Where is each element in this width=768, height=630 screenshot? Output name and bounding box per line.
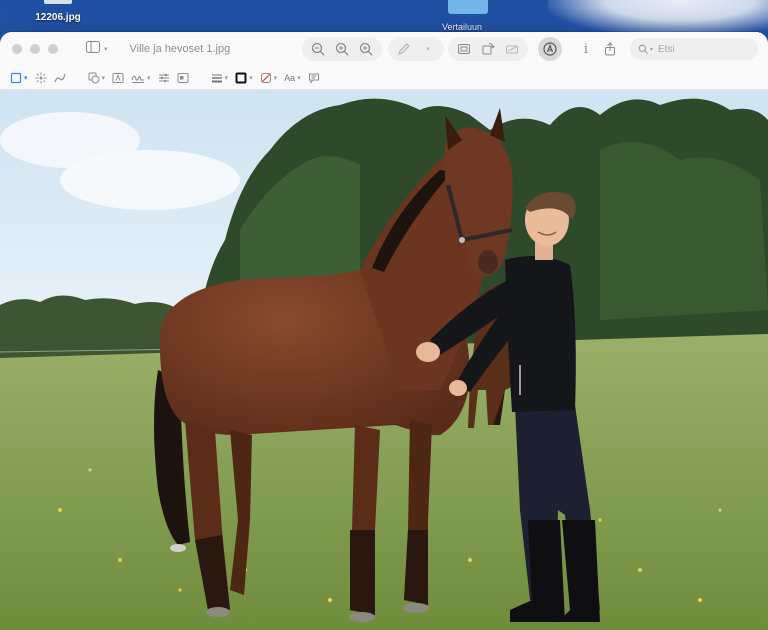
- zoom-fit-icon: [359, 42, 373, 56]
- window-controls: [12, 44, 58, 54]
- rectangular-selection-icon: [10, 72, 22, 83]
- share-icon: [605, 42, 615, 56]
- adjust-size-button[interactable]: [177, 69, 189, 87]
- cloud: [60, 150, 240, 210]
- chevron-down-icon: ▾: [224, 74, 229, 82]
- pen-menu-button[interactable]: ▾: [418, 39, 438, 59]
- signature-button[interactable]: ▾: [131, 69, 151, 87]
- preview-window: ▾ Ville ja hevoset 1.jpg ▾ i ▾ Etsi ▾ ▾ …: [0, 32, 768, 630]
- chevron-down-icon: ▾: [104, 46, 108, 53]
- markup-toolbar: ▾ ▾ ▾ ▾ ▾ ▾ Aa ▾: [0, 66, 768, 90]
- adjust-button[interactable]: [502, 39, 522, 59]
- speech-bubble-icon: [308, 73, 319, 84]
- shapes-icon: [88, 72, 100, 83]
- adjust-icon: [506, 45, 518, 54]
- adjust-color-button[interactable]: [158, 69, 170, 87]
- zoom-controls: [302, 37, 382, 61]
- sidebar-toggle-button[interactable]: ▾: [80, 38, 114, 60]
- fill-color-button[interactable]: ▾: [260, 69, 278, 87]
- zoom-fit-button[interactable]: [356, 39, 376, 59]
- rotate-icon: [482, 43, 495, 55]
- chevron-down-icon: ▾: [426, 46, 430, 53]
- pen-controls: ▾: [388, 37, 444, 61]
- description-button[interactable]: [308, 69, 320, 87]
- desktop-folder-label: Vertailuun: [442, 22, 483, 32]
- minimize-window-button[interactable]: [30, 44, 40, 54]
- rotate-button[interactable]: [478, 39, 498, 59]
- share-button[interactable]: [600, 39, 620, 59]
- close-window-button[interactable]: [12, 44, 22, 54]
- desktop-file[interactable]: 12206.jpg: [26, 0, 90, 28]
- zoom-in-button[interactable]: [332, 39, 352, 59]
- chevron-down-icon: ▾: [650, 46, 654, 53]
- title-bar: ▾ Ville ja hevoset 1.jpg ▾ i ▾ Etsi: [0, 32, 768, 66]
- pen-button[interactable]: [394, 39, 414, 59]
- markup-toggle-button[interactable]: [538, 37, 562, 61]
- info-icon: i: [583, 41, 589, 57]
- image-tools: [448, 37, 528, 61]
- chevron-down-icon: ▾: [273, 74, 278, 82]
- line-style-button[interactable]: ▾: [211, 69, 229, 87]
- zoom-in-icon: [335, 42, 349, 56]
- resize-icon: [177, 72, 189, 83]
- search-input[interactable]: [658, 43, 749, 55]
- search-field[interactable]: ▾: [630, 38, 758, 60]
- magic-wand-icon: [35, 72, 47, 83]
- sketch-button[interactable]: [53, 69, 66, 87]
- instant-alpha-button[interactable]: [35, 69, 47, 87]
- chevron-down-icon: ▾: [249, 74, 253, 82]
- chevron-down-icon: ▾: [101, 74, 106, 82]
- crop-button[interactable]: [454, 39, 474, 59]
- search-icon: [638, 44, 649, 54]
- shapes-button[interactable]: ▾: [88, 69, 106, 87]
- text-style-label: Aa: [284, 72, 296, 83]
- pen-icon: [398, 43, 410, 55]
- info-button[interactable]: i: [576, 39, 596, 59]
- border-color-button[interactable]: ▾: [235, 69, 253, 87]
- text-box-button[interactable]: [112, 69, 124, 87]
- signature-icon: [131, 75, 145, 83]
- zoom-out-icon: [311, 42, 325, 56]
- markup-icon: [543, 42, 557, 56]
- crop-icon: [458, 44, 470, 54]
- wallpaper-cloud: [548, 0, 768, 36]
- document-title: Ville ja hevoset 1.jpg: [129, 43, 231, 55]
- selection-tool-button[interactable]: ▾: [10, 69, 28, 87]
- zoom-window-button[interactable]: [48, 44, 58, 54]
- chevron-down-icon: ▾: [297, 74, 301, 82]
- file-thumbnail: [44, 0, 72, 4]
- border-color-icon: [235, 72, 247, 83]
- sketch-icon: [53, 73, 66, 82]
- photo: [0, 90, 768, 630]
- sliders-icon: [158, 73, 169, 82]
- desktop-file-label: 12206.jpg: [35, 12, 81, 23]
- chevron-down-icon: ▾: [24, 74, 28, 82]
- folder-icon[interactable]: [448, 0, 488, 14]
- text-box-icon: [112, 72, 124, 83]
- fill-color-icon: [260, 72, 271, 83]
- text-style-button[interactable]: Aa ▾: [284, 69, 301, 87]
- sidebar-icon: [86, 40, 100, 58]
- image-canvas[interactable]: [0, 90, 768, 630]
- chevron-down-icon: ▾: [147, 74, 151, 82]
- zoom-out-button[interactable]: [308, 39, 328, 59]
- line-style-icon: [211, 74, 222, 82]
